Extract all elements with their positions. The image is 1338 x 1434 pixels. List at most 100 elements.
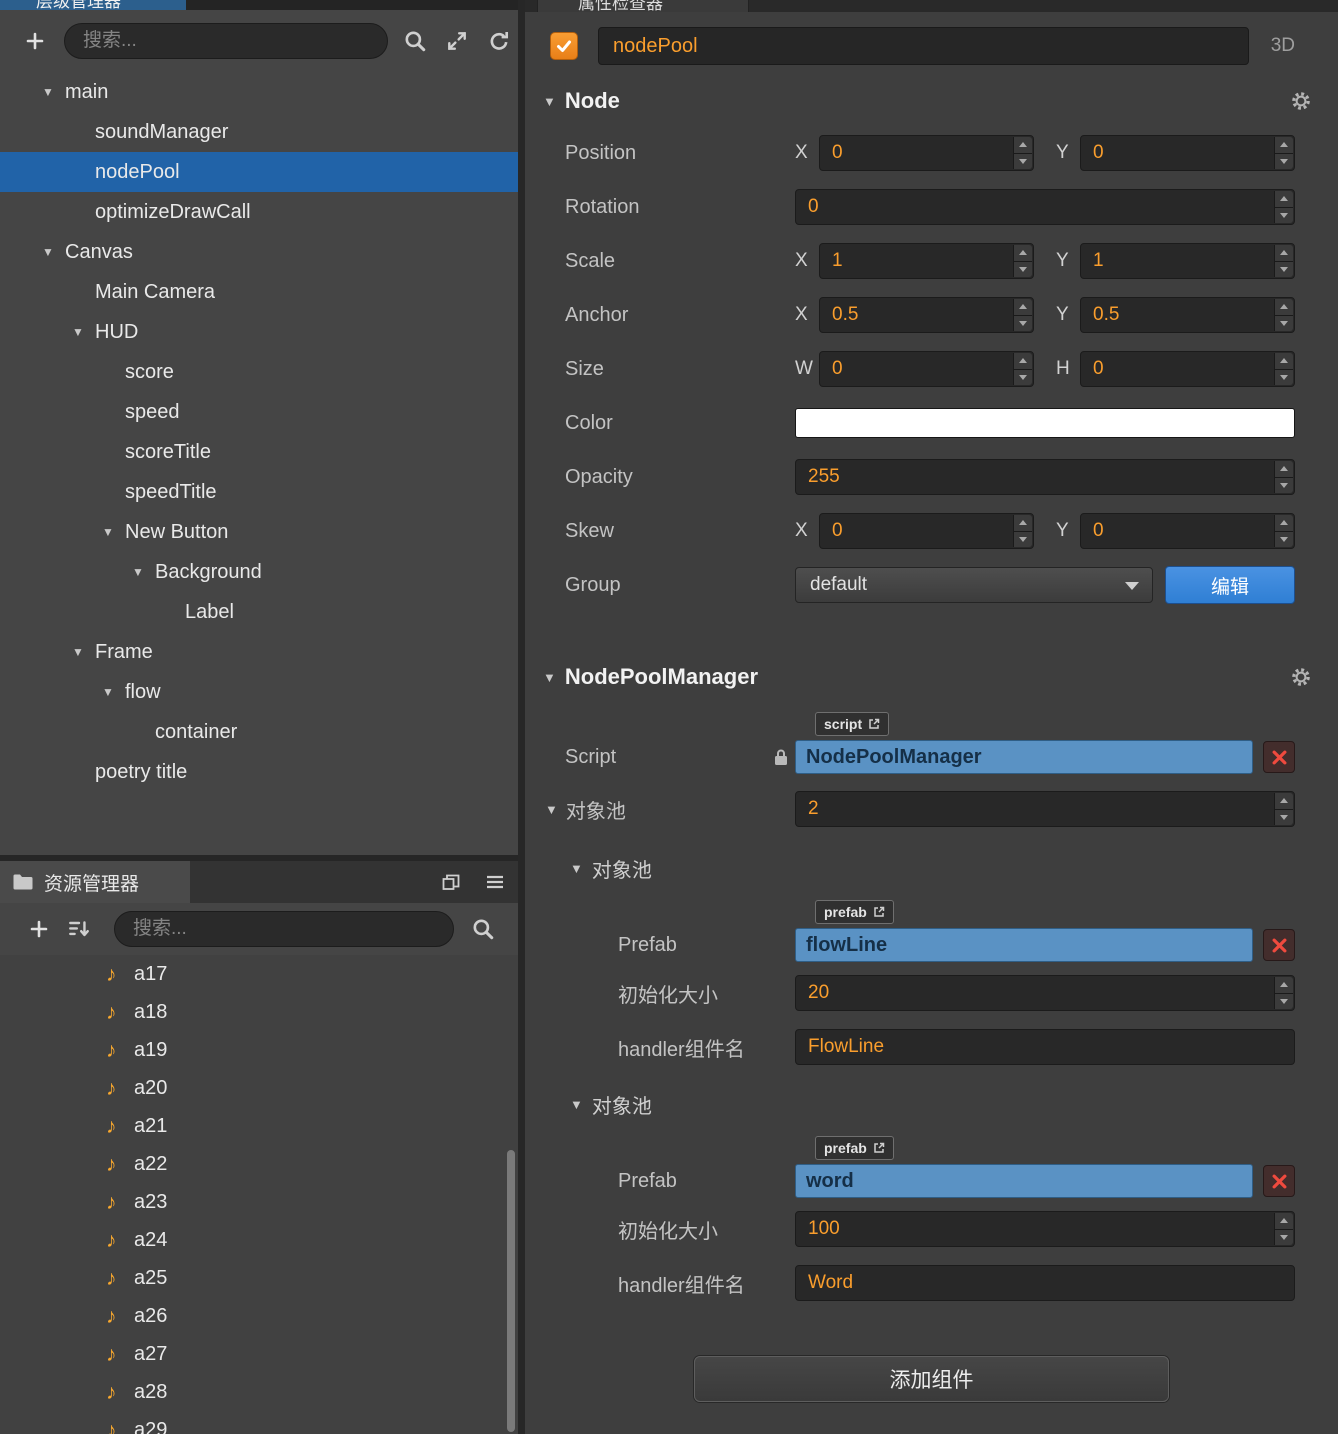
prefab-asset-tag[interactable]: prefab bbox=[815, 900, 894, 924]
tree-item-hud[interactable]: ▼ HUD bbox=[0, 312, 518, 352]
edit-group-button[interactable]: 编辑 bbox=[1165, 566, 1295, 604]
remove-script-button[interactable] bbox=[1263, 741, 1295, 773]
asset-item-a20[interactable]: ♪ a20 bbox=[0, 1069, 518, 1107]
expand-arrow-icon[interactable]: ▼ bbox=[132, 566, 155, 578]
tab-hierarchy[interactable]: 层级管理器 bbox=[0, 0, 186, 10]
stepper-control[interactable] bbox=[1274, 1213, 1293, 1245]
stepper-up-button[interactable] bbox=[1014, 353, 1032, 369]
stepper-control[interactable] bbox=[1274, 515, 1293, 547]
asset-item-a25[interactable]: ♪ a25 bbox=[0, 1259, 518, 1297]
collapse-arrow-icon[interactable]: ▼ bbox=[543, 95, 556, 108]
stepper-up-button[interactable] bbox=[1014, 245, 1032, 261]
expand-arrow-icon[interactable]: ▼ bbox=[102, 686, 125, 698]
stepper-control[interactable] bbox=[1274, 191, 1293, 223]
stepper-down-button[interactable] bbox=[1275, 476, 1293, 494]
tree-item-soundmanager[interactable]: soundManager bbox=[0, 112, 518, 152]
asset-item-a22[interactable]: ♪ a22 bbox=[0, 1145, 518, 1183]
stepper-down-button[interactable] bbox=[1275, 206, 1293, 224]
script-asset-tag[interactable]: script bbox=[815, 712, 890, 736]
anchor-y-input[interactable]: 0.5 bbox=[1080, 297, 1295, 333]
tree-item-score[interactable]: score bbox=[0, 352, 518, 392]
position-y-input[interactable]: 0 bbox=[1080, 135, 1295, 171]
stepper-down-button[interactable] bbox=[1275, 260, 1293, 278]
asset-item-a29[interactable]: ♪ a29 bbox=[0, 1411, 518, 1434]
pool-section-header[interactable]: ▼ NodePoolManager bbox=[525, 652, 1338, 702]
add-asset-button[interactable] bbox=[24, 914, 54, 944]
asset-item-a17[interactable]: ♪ a17 bbox=[0, 955, 518, 993]
node-name-input[interactable] bbox=[598, 27, 1249, 65]
asset-item-a24[interactable]: ♪ a24 bbox=[0, 1221, 518, 1259]
asset-item-a26[interactable]: ♪ a26 bbox=[0, 1297, 518, 1335]
collapse-arrow-icon[interactable]: ▼ bbox=[570, 1098, 583, 1111]
assets-search-button[interactable] bbox=[468, 914, 498, 944]
tree-item-nodepool[interactable]: nodePool bbox=[0, 152, 518, 192]
asset-item-a28[interactable]: ♪ a28 bbox=[0, 1373, 518, 1411]
node-section-header[interactable]: ▼ Node bbox=[525, 76, 1338, 126]
assets-scrollbar-thumb[interactable] bbox=[507, 1150, 515, 1432]
skew-y-input[interactable]: 0 bbox=[1080, 513, 1295, 549]
stepper-down-button[interactable] bbox=[1014, 314, 1032, 332]
pool-size-input[interactable]: 2 bbox=[795, 791, 1295, 827]
stepper-control[interactable] bbox=[1013, 299, 1032, 331]
asset-item-a27[interactable]: ♪ a27 bbox=[0, 1335, 518, 1373]
stepper-control[interactable] bbox=[1274, 299, 1293, 331]
panel-splitter[interactable] bbox=[518, 0, 525, 1434]
sort-button[interactable] bbox=[64, 914, 94, 944]
stepper-control[interactable] bbox=[1274, 245, 1293, 277]
node-active-checkbox[interactable] bbox=[550, 32, 578, 60]
add-node-button[interactable] bbox=[20, 26, 50, 56]
tree-item-flow[interactable]: ▼ flow bbox=[0, 672, 518, 712]
stepper-up-button[interactable] bbox=[1275, 137, 1293, 153]
pool-item-header[interactable]: ▼ 对象池 bbox=[525, 846, 1338, 890]
stepper-control[interactable] bbox=[1274, 353, 1293, 385]
size-w-input[interactable]: 0 bbox=[819, 351, 1034, 387]
tab-assets[interactable]: 资源管理器 bbox=[0, 861, 190, 903]
layout-button[interactable] bbox=[436, 867, 466, 897]
stepper-control[interactable] bbox=[1013, 245, 1032, 277]
opacity-input[interactable]: 255 bbox=[795, 459, 1295, 495]
remove-prefab-button[interactable] bbox=[1263, 1165, 1295, 1197]
stepper-up-button[interactable] bbox=[1275, 245, 1293, 261]
pool-item-header[interactable]: ▼ 对象池 bbox=[525, 1082, 1338, 1126]
stepper-down-button[interactable] bbox=[1275, 152, 1293, 170]
script-ref-field[interactable]: NodePoolManager bbox=[795, 740, 1253, 774]
stepper-control[interactable] bbox=[1274, 977, 1293, 1009]
collapse-arrow-icon[interactable]: ▼ bbox=[543, 671, 556, 684]
stepper-up-button[interactable] bbox=[1275, 793, 1293, 809]
pool-1-handler-input[interactable]: Word bbox=[795, 1265, 1295, 1301]
stepper-down-button[interactable] bbox=[1014, 152, 1032, 170]
size-h-input[interactable]: 0 bbox=[1080, 351, 1295, 387]
remove-prefab-button[interactable] bbox=[1263, 929, 1295, 961]
pool-settings-button[interactable] bbox=[1286, 662, 1316, 692]
stepper-control[interactable] bbox=[1013, 353, 1032, 385]
stepper-down-button[interactable] bbox=[1014, 260, 1032, 278]
tree-item-frame[interactable]: ▼ Frame bbox=[0, 632, 518, 672]
add-component-button[interactable]: 添加组件 bbox=[694, 1356, 1169, 1402]
stepper-down-button[interactable] bbox=[1275, 530, 1293, 548]
asset-item-a23[interactable]: ♪ a23 bbox=[0, 1183, 518, 1221]
stepper-up-button[interactable] bbox=[1275, 515, 1293, 531]
rotation-input[interactable]: 0 bbox=[795, 189, 1295, 225]
tree-item-speedtitle[interactable]: speedTitle bbox=[0, 472, 518, 512]
tree-item-scoretitle[interactable]: scoreTitle bbox=[0, 432, 518, 472]
stepper-control[interactable] bbox=[1274, 793, 1293, 825]
asset-item-a21[interactable]: ♪ a21 bbox=[0, 1107, 518, 1145]
tree-item-speed[interactable]: speed bbox=[0, 392, 518, 432]
stepper-down-button[interactable] bbox=[1275, 368, 1293, 386]
asset-item-a19[interactable]: ♪ a19 bbox=[0, 1031, 518, 1069]
stepper-down-button[interactable] bbox=[1275, 992, 1293, 1010]
refresh-button[interactable] bbox=[484, 26, 514, 56]
stepper-down-button[interactable] bbox=[1014, 368, 1032, 386]
pool-0-handler-input[interactable]: FlowLine bbox=[795, 1029, 1295, 1065]
expand-arrow-icon[interactable]: ▼ bbox=[42, 86, 65, 98]
hierarchy-search-input[interactable] bbox=[64, 23, 388, 59]
asset-item-a18[interactable]: ♪ a18 bbox=[0, 993, 518, 1031]
pool-0-init-size-input[interactable]: 20 bbox=[795, 975, 1295, 1011]
tree-item-poetry-title[interactable]: poetry title bbox=[0, 752, 518, 792]
panel-menu-button[interactable] bbox=[480, 867, 510, 897]
tree-item-optimizedrawcall[interactable]: optimizeDrawCall bbox=[0, 192, 518, 232]
stepper-up-button[interactable] bbox=[1275, 353, 1293, 369]
prefab-ref-field[interactable]: flowLine bbox=[795, 928, 1253, 962]
prefab-asset-tag[interactable]: prefab bbox=[815, 1136, 894, 1160]
tree-item-container[interactable]: container bbox=[0, 712, 518, 752]
